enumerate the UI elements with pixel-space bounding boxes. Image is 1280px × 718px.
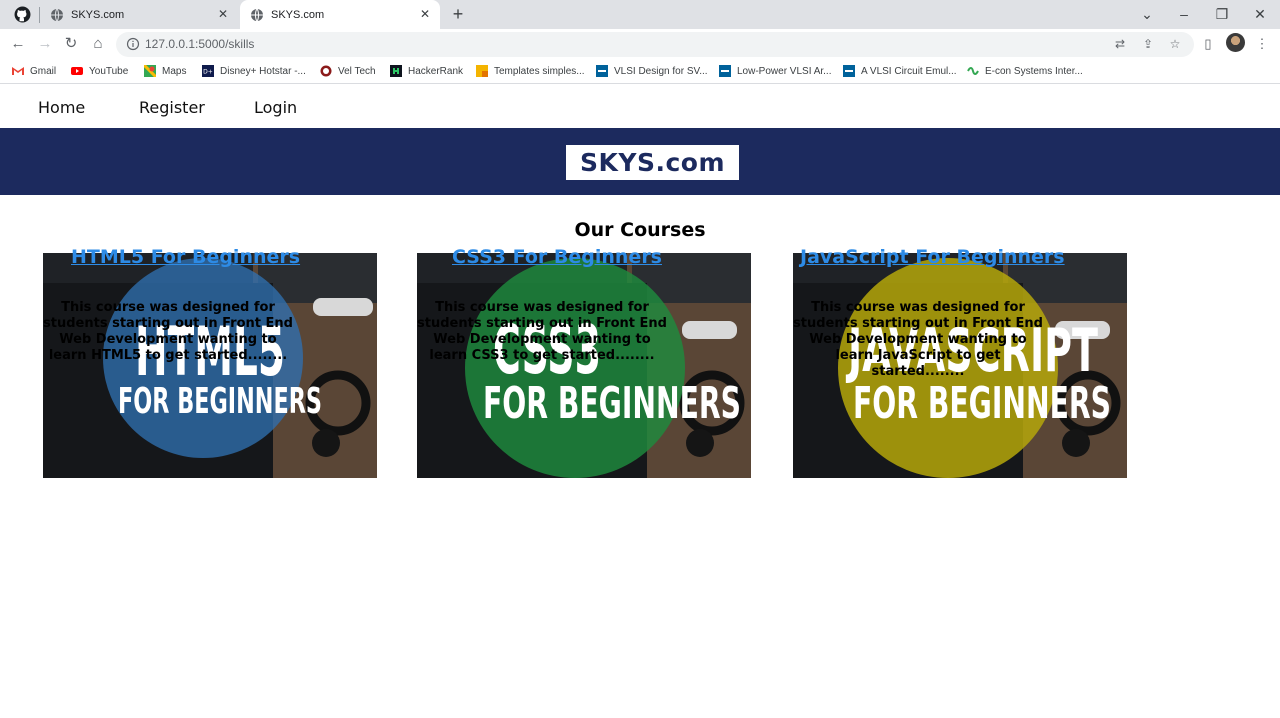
bookmark-label: Templates simples... — [494, 65, 585, 77]
bookmark-label: HackerRank — [408, 65, 464, 77]
ieee-icon — [843, 65, 855, 77]
tab-title: SKYS.com — [271, 8, 325, 21]
course-link-html5[interactable]: HTML5 For Beginners — [71, 246, 300, 268]
hotstar-icon: D+ — [202, 65, 214, 77]
bookmark-gmail[interactable]: Gmail — [12, 64, 56, 78]
econ-icon — [967, 67, 979, 75]
github-icon[interactable] — [14, 6, 31, 23]
browser-toolbar: ← → ↻ ⌂ 127.0.0.1:5000/skills ⇄ ⇪ ☆ ▯ ⋮ — [0, 29, 1280, 59]
address-bar[interactable]: 127.0.0.1:5000/skills ⇄ ⇪ ☆ — [116, 32, 1194, 57]
course-link-javascript[interactable]: JavaScript For Beginners — [800, 246, 1065, 268]
bookmark-youtube[interactable]: YouTube — [71, 64, 128, 78]
side-panel-icon[interactable]: ▯ — [1199, 35, 1217, 53]
close-tab-icon[interactable]: ✕ — [216, 7, 230, 21]
nav-home-link[interactable]: Home — [38, 98, 85, 117]
ieee-icon — [596, 65, 608, 77]
close-tab-icon[interactable]: ✕ — [418, 7, 432, 21]
bookmark-hackerrank[interactable]: HackerRank — [390, 64, 463, 78]
bookmark-label: YouTube — [89, 65, 129, 77]
bookmark-hotstar[interactable]: D+ Disney+ Hotstar -... — [202, 64, 306, 78]
bookmark-maps[interactable]: Maps — [144, 64, 186, 78]
url-text[interactable]: 127.0.0.1:5000/skills — [145, 37, 254, 51]
course-description: This course was designed for students st… — [793, 300, 1043, 379]
bookmark-label: A VLSI Circuit Emul... — [861, 65, 957, 77]
bookmark-label: Low-Power VLSI Ar... — [737, 65, 832, 77]
bookmark-label: E-con Systems Inter... — [985, 65, 1083, 77]
globe-icon — [51, 8, 63, 21]
tab-inactive[interactable]: SKYS.com ✕ — [40, 0, 238, 29]
home-icon[interactable]: ⌂ — [88, 34, 108, 54]
back-arrow-icon[interactable]: ← — [8, 34, 28, 54]
profile-avatar[interactable] — [1226, 33, 1245, 52]
hackerrank-icon — [390, 65, 402, 77]
bookmark-econ[interactable]: E-con Systems Inter... — [967, 64, 1083, 78]
svg-text:D+: D+ — [203, 69, 213, 76]
page-title: Our Courses — [574, 219, 706, 241]
tab-search-chevron-icon[interactable]: ⌄ — [1137, 4, 1157, 24]
course-description: This course was designed for students st… — [43, 300, 293, 363]
bookmark-star-icon[interactable]: ☆ — [1167, 36, 1183, 52]
tab-active[interactable]: SKYS.com ✕ — [240, 0, 440, 29]
bookmark-label: Vel Tech — [338, 65, 376, 77]
globe-icon — [251, 8, 263, 21]
site-logo-text: SKYS.com — [579, 148, 726, 177]
veltech-icon — [320, 65, 332, 77]
course-image-subtitle: FOR BEGINNERS — [483, 378, 741, 429]
templates-icon — [476, 65, 488, 77]
site-navbar: Home Register Login — [0, 85, 1280, 128]
nav-register-link[interactable]: Register — [139, 98, 205, 117]
bookmark-label: Maps — [162, 65, 187, 77]
youtube-icon — [71, 67, 83, 75]
translate-icon[interactable]: ⇄ — [1112, 36, 1128, 52]
tab-title: SKYS.com — [71, 8, 125, 21]
bookmark-ieee-3[interactable]: A VLSI Circuit Emul... — [843, 64, 957, 78]
site-logo: SKYS.com — [566, 145, 739, 180]
gmail-icon — [12, 67, 24, 75]
course-description: This course was designed for students st… — [417, 300, 667, 363]
course-image-html5[interactable]: HTML5 FOR BEGINNERS — [43, 253, 377, 478]
window-close-icon[interactable]: ✕ — [1250, 4, 1270, 24]
minimize-icon[interactable]: – — [1174, 4, 1194, 24]
course-image-subtitle: FOR BEGINNERS — [853, 378, 1111, 429]
maps-icon — [144, 65, 156, 77]
reload-icon[interactable]: ↻ — [61, 34, 81, 54]
tab-strip: SKYS.com ✕ SKYS.com ✕ + ⌄ – ❐ ✕ — [0, 0, 1280, 29]
site-banner: SKYS.com — [0, 128, 1280, 195]
maximize-icon[interactable]: ❐ — [1212, 4, 1232, 24]
menu-kebab-icon[interactable]: ⋮ — [1253, 35, 1271, 53]
course-image-subtitle: FOR BEGINNERS — [118, 381, 322, 422]
course-image-css3[interactable]: CSS3 FOR BEGINNERS — [417, 253, 751, 478]
forward-arrow-icon[interactable]: → — [35, 34, 55, 54]
bookmark-label: Disney+ Hotstar -... — [220, 65, 306, 77]
course-link-css3[interactable]: CSS3 For Beginners — [452, 246, 662, 268]
nav-login-link[interactable]: Login — [254, 98, 297, 117]
bookmark-ieee-2[interactable]: Low-Power VLSI Ar... — [719, 64, 832, 78]
ieee-icon — [719, 65, 731, 77]
bookmark-ieee-1[interactable]: VLSI Design for SV... — [596, 64, 708, 78]
share-icon[interactable]: ⇪ — [1140, 36, 1156, 52]
bookmark-label: VLSI Design for SV... — [614, 65, 708, 77]
bookmarks-bar: Gmail YouTube Maps D+ Disney+ Hotstar -.… — [0, 59, 1280, 84]
new-tab-button[interactable]: + — [448, 4, 468, 24]
site-info-icon[interactable] — [126, 37, 140, 51]
bookmark-label: Gmail — [30, 65, 57, 77]
bookmark-templates[interactable]: Templates simples... — [476, 64, 585, 78]
bookmark-veltech[interactable]: Vel Tech — [320, 64, 376, 78]
